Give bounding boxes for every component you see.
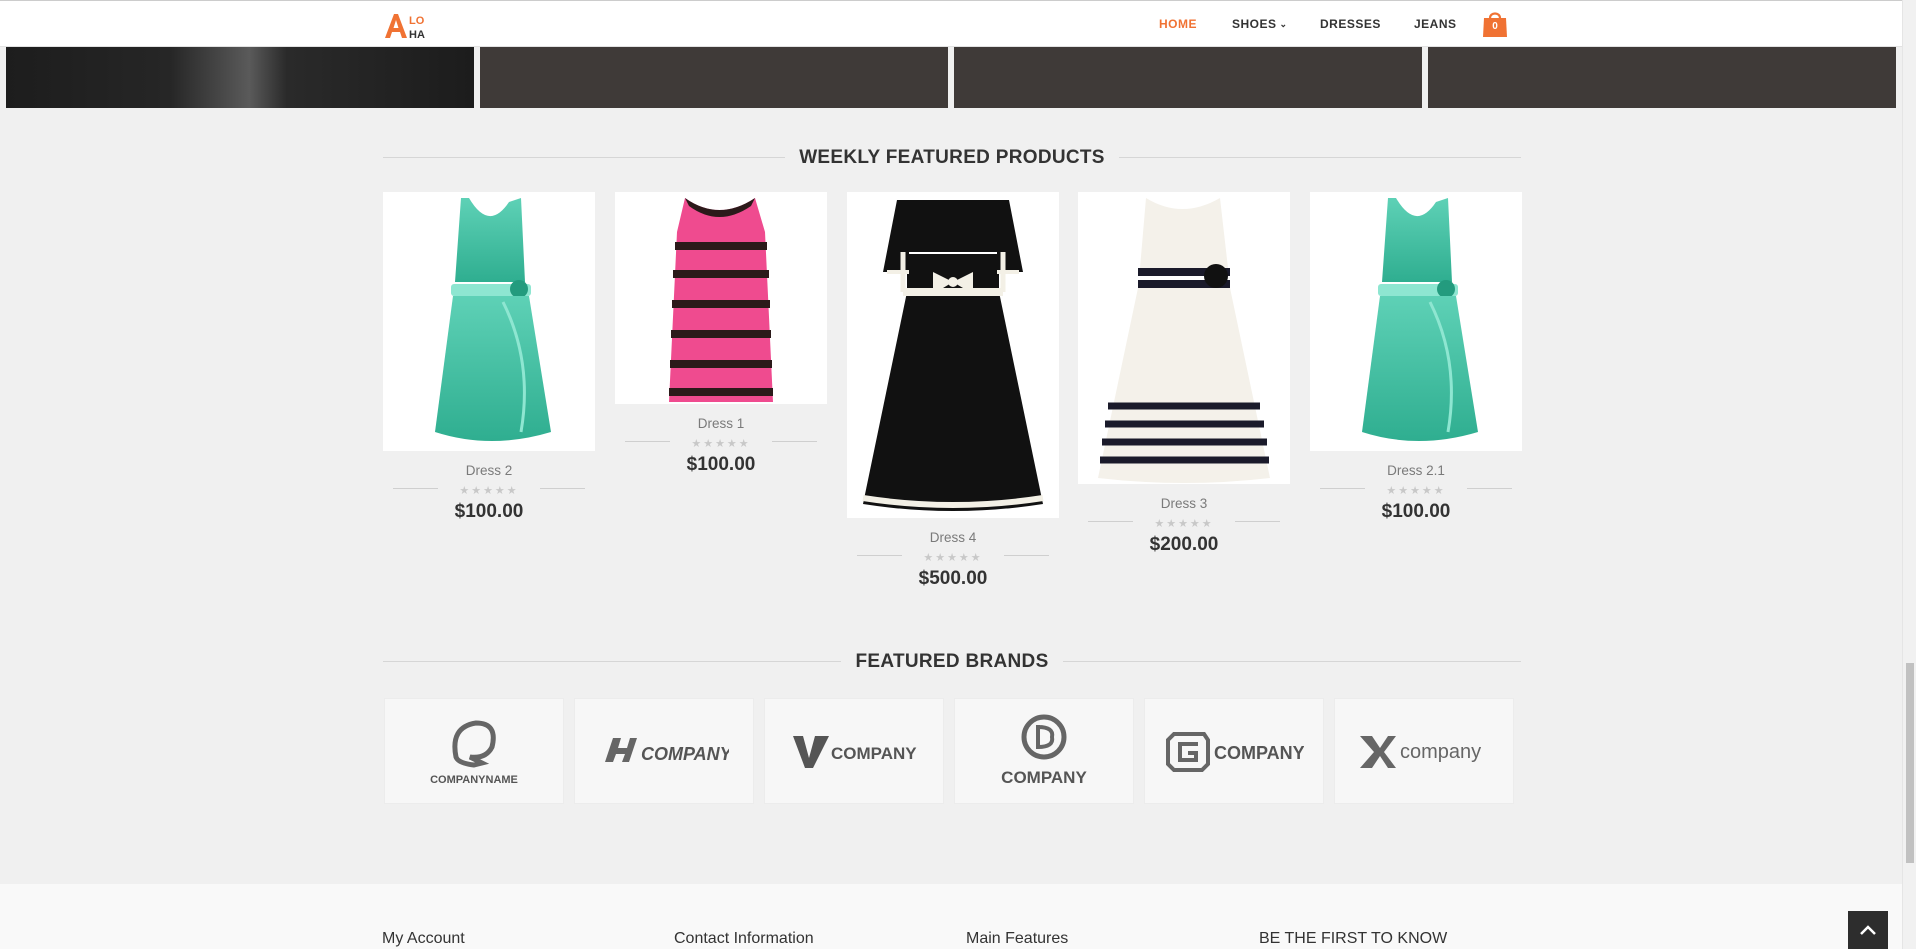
page-scrollbar[interactable] [1902,0,1916,949]
brand-logo[interactable]: COMPANY [574,698,754,804]
product-price: $200.00 [1149,534,1219,555]
product-image[interactable] [615,192,827,404]
featured-products-heading: WEEKLY FEATURED PRODUCTS [383,147,1521,168]
chevron-down-icon: ⌄ [1279,19,1288,29]
product-rating: ★★★★★ [1078,514,1290,530]
brand-logo[interactable]: COMPANYNAME [384,698,564,804]
nav-jeans-label: JEANS [1414,17,1457,31]
product-card[interactable]: Dress 2 ★★★★★ $100.00 [383,192,595,523]
nav-shoes[interactable]: SHOES ⌄ [1232,17,1288,31]
nav-dresses-label: DRESSES [1320,17,1381,31]
product-rating: ★★★★★ [847,548,1059,564]
brand-logo-text: COMPANYNAME [430,774,518,786]
brand-logo[interactable]: COMPANY [764,698,944,804]
product-price: $100.00 [454,501,524,522]
nav-home[interactable]: HOME [1159,17,1197,31]
product-rating: ★★★★★ [1310,481,1522,497]
nav-dresses[interactable]: DRESSES [1320,17,1381,31]
cart-count: 0 [1492,21,1498,32]
scrollbar-thumb[interactable] [1906,663,1914,863]
product-name[interactable]: Dress 2.1 [1310,463,1522,478]
rating-stars: ★★★★★ [1386,485,1446,497]
featured-products-title: WEEKLY FEATURED PRODUCTS [785,147,1119,168]
banner-image[interactable] [1428,47,1896,108]
chevron-up-icon [1860,925,1876,935]
logo[interactable]: LO HA [383,10,453,41]
product-card[interactable]: Dress 4 ★★★★★ $500.00 [847,192,1059,590]
footer-heading-my-account[interactable]: My Account [382,930,465,948]
footer-heading-features[interactable]: Main Features [966,930,1068,948]
brand-logo[interactable]: company [1334,698,1514,804]
product-name[interactable]: Dress 4 [847,530,1059,545]
product-image[interactable] [383,192,595,451]
brand-logo[interactable]: COMPANY [1144,698,1324,804]
footer-heading-contact[interactable]: Contact Information [674,930,814,948]
rating-stars: ★★★★★ [923,552,983,564]
brand-logo-text: COMPANY [1001,768,1087,787]
rating-stars: ★★★★★ [691,438,751,450]
product-card[interactable]: Dress 3 ★★★★★ $200.00 [1078,192,1290,556]
logo-letters-lo: LO [409,15,425,27]
product-name[interactable]: Dress 1 [615,416,827,431]
banner-image[interactable] [954,47,1422,108]
product-card[interactable]: Dress 2.1 ★★★★★ $100.00 [1310,192,1522,523]
featured-brands-title: FEATURED BRANDS [841,651,1063,672]
product-price: $100.00 [686,454,756,475]
brand-logo[interactable]: COMPANY [954,698,1134,804]
brand-logo-text: COMPANY [1214,743,1304,763]
site-header: LO HA HOME SHOES ⌄ DRESSES JEANS 0 [0,0,1902,47]
product-image[interactable] [1078,192,1290,484]
nav-home-label: HOME [1159,17,1197,31]
product-rating: ★★★★★ [383,481,595,497]
banner-image[interactable] [480,47,948,108]
product-name[interactable]: Dress 2 [383,463,595,478]
product-price: $100.00 [1381,501,1451,522]
brand-logo-text: COMPANY [831,744,917,763]
rating-stars: ★★★★★ [459,485,519,497]
product-card[interactable]: Dress 1 ★★★★★ $100.00 [615,192,827,476]
nav-jeans[interactable]: JEANS [1414,17,1457,31]
product-price: $500.00 [918,568,988,589]
footer-heading-newsletter: BE THE FIRST TO KNOW [1259,930,1448,947]
brand-logo-text: company [1400,741,1481,763]
banner-strip [0,47,1902,108]
scroll-to-top-button[interactable] [1848,911,1888,949]
cart-button[interactable]: 0 [1480,9,1510,39]
product-image[interactable] [1310,192,1522,451]
featured-brands-heading: FEATURED BRANDS [383,651,1521,672]
product-rating: ★★★★★ [615,434,827,450]
logo-letters-ha: HA [409,29,425,40]
brand-logo-text: COMPANY [641,744,729,764]
banner-image[interactable] [6,47,474,108]
product-name[interactable]: Dress 3 [1078,496,1290,511]
nav-shoes-label: SHOES [1232,17,1277,31]
rating-stars: ★★★★★ [1154,518,1214,530]
product-image[interactable] [847,192,1059,518]
site-footer: My Account Contact Information Main Feat… [0,884,1902,949]
